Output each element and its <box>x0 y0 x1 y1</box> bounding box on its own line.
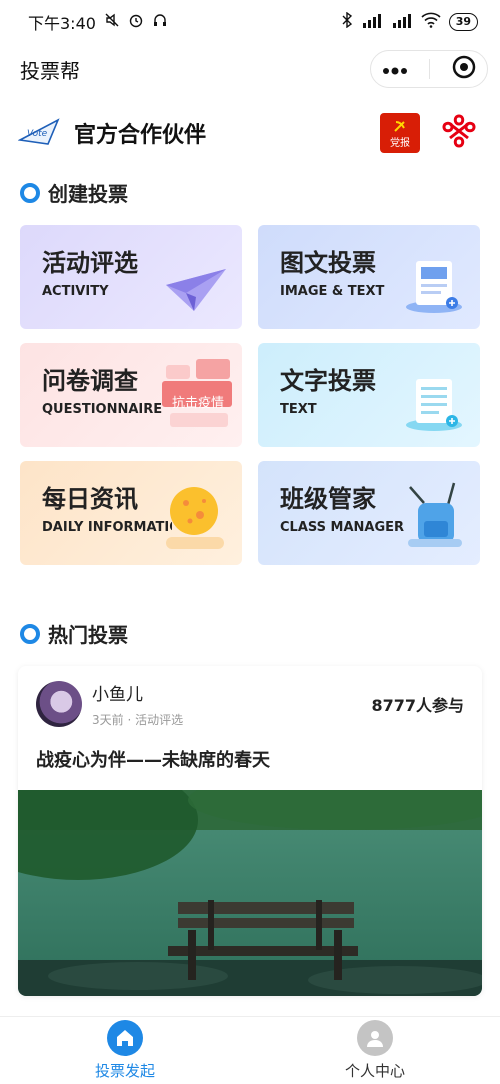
status-right: 39 <box>341 11 478 32</box>
svg-text:Vote: Vote <box>27 129 48 139</box>
tab-label: 个人中心 <box>344 1062 405 1080</box>
main-content: Vote 官方合作伙伴 党报 创建投票 活动评选 ACTIVITY 图文投票 I… <box>0 94 500 1020</box>
card-questionnaire[interactable]: 问卷调查 QUESTIONNAIRE 抗击疫情 <box>20 343 242 447</box>
capsule-divider <box>429 59 431 79</box>
card-class-manager[interactable]: 班级管家 CLASS MANAGER <box>258 461 480 565</box>
battery-indicator: 39 <box>448 13 478 31</box>
card-text[interactable]: 文字投票 TEXT <box>258 343 480 447</box>
status-left: 下午3:40 <box>28 10 168 34</box>
section-ring-icon <box>20 623 40 644</box>
card-subtitle: ACTIVITY <box>42 284 109 299</box>
participant-count: 8777人参与 <box>371 696 464 715</box>
dang-logo-text: 党报 <box>390 137 410 149</box>
document-add-icon <box>404 257 466 319</box>
headphone-icon <box>152 12 168 32</box>
signal-icon-2 <box>391 13 413 32</box>
post-time: 3天前 · 活动评选 <box>92 713 184 727</box>
home-icon <box>107 1020 143 1056</box>
dang-logo[interactable]: 党报 <box>380 113 420 153</box>
more-icon[interactable] <box>382 60 408 79</box>
tab-bar: 投票发起 个人中心 <box>0 1016 500 1084</box>
mute-icon <box>104 12 120 32</box>
section-ring-icon <box>20 182 40 203</box>
tab-profile[interactable]: 个人中心 <box>250 1017 500 1084</box>
user-icon <box>357 1020 393 1056</box>
vote-logo-icon: Vote <box>17 116 62 150</box>
card-subtitle: QUESTIONNAIRE <box>42 402 163 417</box>
card-subtitle: DAILY INFORMATIO <box>42 520 172 535</box>
page-title: 投票帮 <box>20 58 80 83</box>
tab-label: 投票发起 <box>94 1062 155 1080</box>
post-header: 小鱼儿 3天前 · 活动评选 8777人参与 <box>18 666 482 738</box>
create-section-title: 创建投票 <box>48 182 128 206</box>
partner-row: Vote 官方合作伙伴 党报 <box>0 94 500 164</box>
card-subtitle: TEXT <box>280 402 317 417</box>
paper-plane-icon <box>164 265 228 319</box>
post-username: 小鱼儿 <box>92 685 143 705</box>
document-add-icon <box>404 375 466 437</box>
unicom-logo-icon[interactable] <box>438 112 480 154</box>
hot-section-header: 热门投票 <box>0 605 500 662</box>
post-meta: 小鱼儿 3天前 · 活动评选 <box>92 680 371 728</box>
alarm-icon <box>128 12 144 32</box>
close-target-icon[interactable] <box>452 55 476 83</box>
card-subtitle: CLASS MANAGER <box>280 520 405 535</box>
partner-left: Vote 官方合作伙伴 <box>17 116 207 150</box>
hot-section-title: 热门投票 <box>48 623 128 647</box>
moon-icon <box>164 485 228 555</box>
card-image-text[interactable]: 图文投票 IMAGE & TEXT <box>258 225 480 329</box>
mini-program-capsule <box>370 50 488 88</box>
signal-icon <box>361 13 383 32</box>
status-time: 下午3:40 <box>28 14 96 33</box>
bluetooth-icon <box>341 11 353 32</box>
card-daily-info[interactable]: 每日资讯 DAILY INFORMATIO <box>20 461 242 565</box>
avatar[interactable] <box>36 681 82 727</box>
wifi-icon <box>421 12 441 32</box>
status-bar: 下午3:40 39 <box>0 0 500 44</box>
create-grid: 活动评选 ACTIVITY 图文投票 IMAGE & TEXT 问卷调查 QUE… <box>0 221 500 565</box>
create-section-header: 创建投票 <box>0 164 500 221</box>
partner-title: 官方合作伙伴 <box>74 123 207 148</box>
hot-section: 热门投票 小鱼儿 3天前 · 活动评选 8777人参与 战疫心为伴——未缺席的春… <box>0 565 500 996</box>
backpack-icon <box>404 481 466 555</box>
card-subtitle: IMAGE & TEXT <box>280 284 385 299</box>
tab-create-vote[interactable]: 投票发起 <box>0 1017 250 1084</box>
card-activity[interactable]: 活动评选 ACTIVITY <box>20 225 242 329</box>
questionnaire-tag: 抗击疫情 <box>171 396 224 411</box>
post-cover-image[interactable] <box>18 790 482 996</box>
hot-vote-card[interactable]: 小鱼儿 3天前 · 活动评选 8777人参与 战疫心为伴——未缺席的春天 <box>18 666 482 996</box>
nav-bar: 投票帮 <box>0 44 500 94</box>
post-title: 战疫心为伴——未缺席的春天 <box>36 750 270 771</box>
partner-logos: 党报 <box>380 112 480 154</box>
